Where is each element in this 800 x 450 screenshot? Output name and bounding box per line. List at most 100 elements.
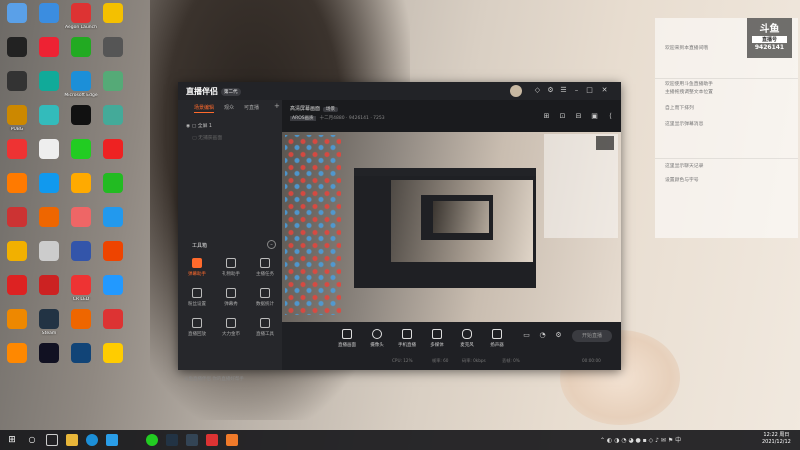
app-icon xyxy=(7,173,27,193)
mirror-icon[interactable]: ▣ xyxy=(590,112,599,121)
app-icon xyxy=(7,139,27,159)
chat-message: 这里显示聊天记录 xyxy=(665,164,704,169)
left-status: 斗鱼直播伴侣 你的直播好帮手 xyxy=(184,377,244,382)
desktop-icon[interactable] xyxy=(32,342,66,382)
clock[interactable]: 12:22 周日 2021/12/12 xyxy=(762,432,791,446)
tool-coins[interactable]: 大力金币 xyxy=(216,318,246,344)
app-icon xyxy=(71,343,91,363)
minimize-icon[interactable]: – xyxy=(572,86,581,95)
aegon-icon[interactable] xyxy=(206,434,218,446)
stats-icon xyxy=(260,288,270,298)
app-icon xyxy=(7,309,27,329)
chat-overlay: 斗鱼 直播号 9426141 欢迎来到本直播间哦 欢迎使用斗鱼直播助手 主播拖拽… xyxy=(655,18,798,238)
file-explorer-icon[interactable] xyxy=(66,434,78,446)
live-companion-taskbar-icon[interactable] xyxy=(226,434,238,446)
scene-tabs: 场景编辑 观众 可直播 + xyxy=(178,102,282,116)
add-source-icon[interactable]: ⊞ xyxy=(542,112,551,121)
tool-gift-helper[interactable]: 礼物助手 xyxy=(216,258,246,284)
desktop-icon[interactable] xyxy=(96,342,130,382)
close-icon[interactable]: ✕ xyxy=(600,86,609,95)
chat-logo: 斗鱼 直播号 9426141 xyxy=(747,18,792,58)
app-icon xyxy=(71,207,91,227)
app-icon xyxy=(7,71,27,91)
start-live-button[interactable]: 开始直播 xyxy=(572,330,612,342)
tool-danmaku-helper[interactable]: 弹幕助手 xyxy=(182,258,212,284)
tray-icons[interactable]: ⌃ ◐ ◑ ◔ ◕ ● ▪ ◇ ♪ ✉ ⚑ 中 xyxy=(600,435,681,444)
tool-replay[interactable]: 直播回放 xyxy=(182,318,212,344)
speaker-button[interactable]: 扬声器 xyxy=(484,329,510,348)
tool-fans-settings[interactable]: 粉丝设置 xyxy=(182,288,212,314)
scene-item[interactable]: ◉ ▢ 全屏 1 xyxy=(186,122,212,129)
menu-icon[interactable]: ☰ xyxy=(559,86,568,95)
app-icon xyxy=(39,309,59,329)
search-icon[interactable]: ○ xyxy=(26,434,38,446)
app-icon xyxy=(7,343,27,363)
tool-data-stats[interactable]: 数据统计 xyxy=(250,288,280,314)
windows-start-icon[interactable]: ⊞ xyxy=(6,434,18,446)
chat-message: 这里显示弹幕消息 xyxy=(665,122,704,127)
app-icon xyxy=(7,3,27,23)
maximize-icon[interactable]: □ xyxy=(585,86,594,95)
microphone-button[interactable]: 麦克风 xyxy=(454,329,480,348)
app-icon xyxy=(39,139,59,159)
tab-live[interactable]: 可直播 xyxy=(244,104,259,111)
desktop-icon[interactable] xyxy=(64,342,98,382)
gift-icon xyxy=(226,258,236,268)
app-icon xyxy=(103,241,123,261)
phone-icon xyxy=(402,329,412,339)
task-icon xyxy=(260,258,270,268)
app-icon xyxy=(103,207,123,227)
desktop-icon-label: Steam xyxy=(41,331,57,336)
record-icon[interactable]: ▭ xyxy=(522,331,531,340)
share-icon[interactable]: ⟨ xyxy=(606,112,615,121)
edge-icon[interactable] xyxy=(86,434,98,446)
timer-icon[interactable]: ◔ xyxy=(538,331,547,340)
app-icon xyxy=(103,105,123,125)
app-icon xyxy=(39,3,59,23)
app-logo: 直播伴侣 第二代 xyxy=(186,86,241,97)
settings-gear-icon[interactable]: ⚙ xyxy=(554,331,563,340)
screen-capture-button[interactable]: 直播画面 xyxy=(334,329,360,348)
desktop-icon[interactable] xyxy=(0,342,34,382)
stream-preview[interactable] xyxy=(282,132,621,322)
app-icon xyxy=(71,241,91,261)
app-icon xyxy=(39,343,59,363)
chat-message: 欢迎使用斗鱼直播助手 xyxy=(665,82,713,87)
camera-icon xyxy=(372,329,382,339)
app-icon xyxy=(39,105,59,125)
app-icon xyxy=(71,37,91,57)
tab-scene-edit[interactable]: 场景编辑 xyxy=(194,104,215,113)
preview-desktop-icons xyxy=(285,135,341,315)
media-button[interactable]: 多媒体 xyxy=(424,329,450,348)
browser-icon[interactable] xyxy=(106,434,118,446)
chat-message: 设置颜色与字号 xyxy=(665,178,699,183)
phone-live-button[interactable]: 手机直播 xyxy=(394,329,420,348)
steam-icon[interactable] xyxy=(166,434,178,446)
avatar[interactable] xyxy=(510,85,522,97)
app-icon xyxy=(7,37,27,57)
tool-streamer-task[interactable]: 主播任务 xyxy=(250,258,280,284)
app-icon xyxy=(103,275,123,295)
task-view-icon[interactable] xyxy=(46,434,58,446)
add-tab-button[interactable]: + xyxy=(274,102,280,110)
app-icon xyxy=(39,71,59,91)
tool-danmaku-show[interactable]: 弹幕秀 xyxy=(216,288,246,314)
message-icon[interactable]: ◇ xyxy=(533,86,542,95)
app-icon xyxy=(71,105,91,125)
scene-item[interactable]: ▢ 无捕获画面 xyxy=(186,134,222,141)
speaker-icon xyxy=(492,329,502,339)
tool-live-tools[interactable]: 直播工具 xyxy=(250,318,280,344)
stage-area: 高清屏幕画面 场景 ⊞ ⊡ ⊟ ▣ ⟨ AROS画质 十二月4880 · 94261… xyxy=(282,100,621,370)
app-icon[interactable] xyxy=(146,434,158,446)
lock-icon[interactable]: ⊡ xyxy=(558,112,567,121)
layer-icon[interactable]: ⊟ xyxy=(574,112,583,121)
tab-audience[interactable]: 观众 xyxy=(224,104,234,111)
app-icon xyxy=(103,3,123,23)
game-icon[interactable] xyxy=(186,434,198,446)
settings-icon[interactable]: ⚙ xyxy=(546,86,555,95)
toolbox-expand-icon[interactable]: – xyxy=(267,240,276,249)
title-bar[interactable]: 直播伴侣 第二代 ◇ ⚙ ☰ – □ ✕ xyxy=(178,82,621,100)
camera-button[interactable]: 摄像头 xyxy=(364,329,390,348)
bottom-toolbar: 直播画面 摄像头 手机直播 多媒体 麦克风 扬声器 ▭ ◔ ⚙ 开始直播 CPU… xyxy=(282,322,621,370)
app-icon xyxy=(103,37,123,57)
